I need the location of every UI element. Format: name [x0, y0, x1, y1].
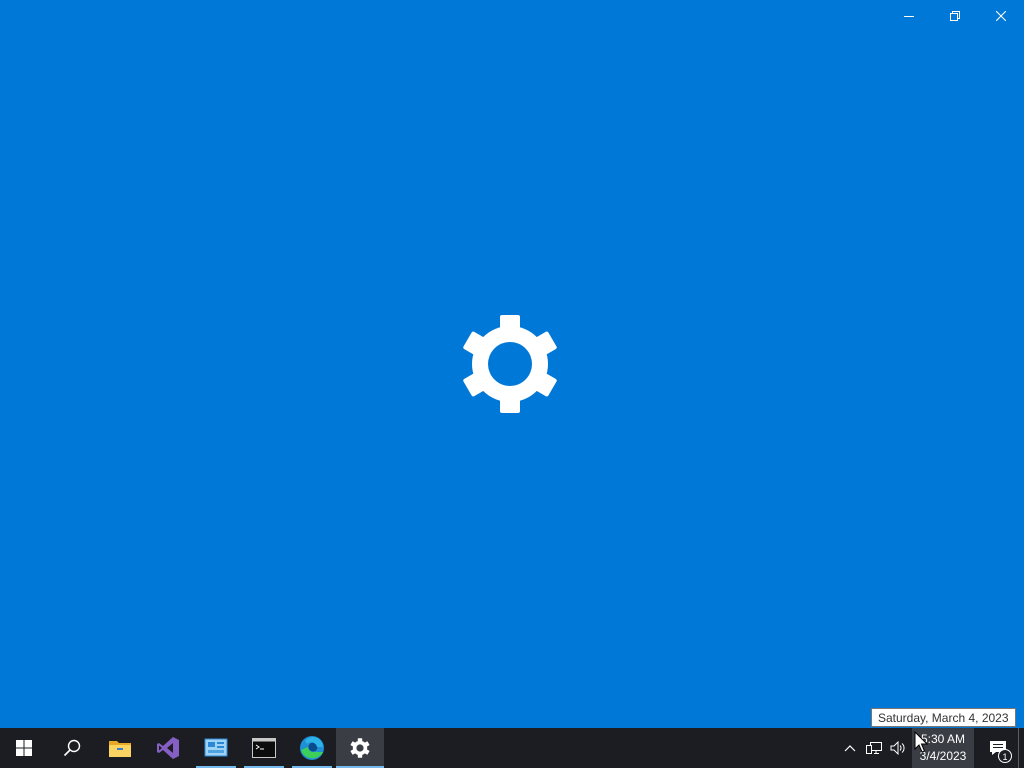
close-button[interactable] [978, 0, 1024, 32]
taskbar: 5:30 AM 3/4/2023 1 [0, 728, 1024, 768]
taskbar-visual-studio[interactable] [144, 728, 192, 768]
folder-icon [109, 741, 131, 757]
taskbar-settings[interactable] [336, 728, 384, 768]
control-panel-icon [204, 738, 228, 757]
gear-icon [463, 315, 557, 413]
edge-icon [300, 736, 324, 760]
action-center-button[interactable]: 1 [978, 728, 1018, 768]
search-icon [63, 739, 81, 757]
visual-studio-icon [157, 737, 179, 759]
show-hidden-icons-button[interactable] [838, 728, 862, 768]
windows-logo-icon [16, 740, 32, 756]
chevron-up-icon [844, 745, 856, 752]
start-button[interactable] [0, 728, 48, 768]
date-tooltip: Saturday, March 4, 2023 [871, 708, 1016, 727]
volume-icon [890, 741, 905, 755]
volume-button[interactable] [886, 728, 910, 768]
minimize-icon [904, 16, 914, 17]
network-button[interactable] [862, 728, 886, 768]
taskbar-command-prompt[interactable] [240, 728, 288, 768]
terminal-icon [252, 738, 276, 758]
mouse-cursor-icon [914, 731, 928, 753]
restore-button[interactable] [932, 0, 978, 32]
close-icon [996, 11, 1006, 21]
window-controls [886, 0, 1024, 32]
taskbar-empty-area[interactable] [384, 728, 838, 768]
gear-icon [350, 738, 370, 758]
notification-count-badge: 1 [998, 749, 1012, 763]
system-tray: 5:30 AM 3/4/2023 1 [838, 728, 1024, 768]
taskbar-control-panel[interactable] [192, 728, 240, 768]
taskbar-file-explorer[interactable] [96, 728, 144, 768]
taskbar-edge[interactable] [288, 728, 336, 768]
minimize-button[interactable] [886, 0, 932, 32]
network-icon [866, 742, 882, 754]
search-button[interactable] [48, 728, 96, 768]
restore-icon [950, 11, 960, 21]
show-desktop-button[interactable] [1018, 728, 1024, 768]
